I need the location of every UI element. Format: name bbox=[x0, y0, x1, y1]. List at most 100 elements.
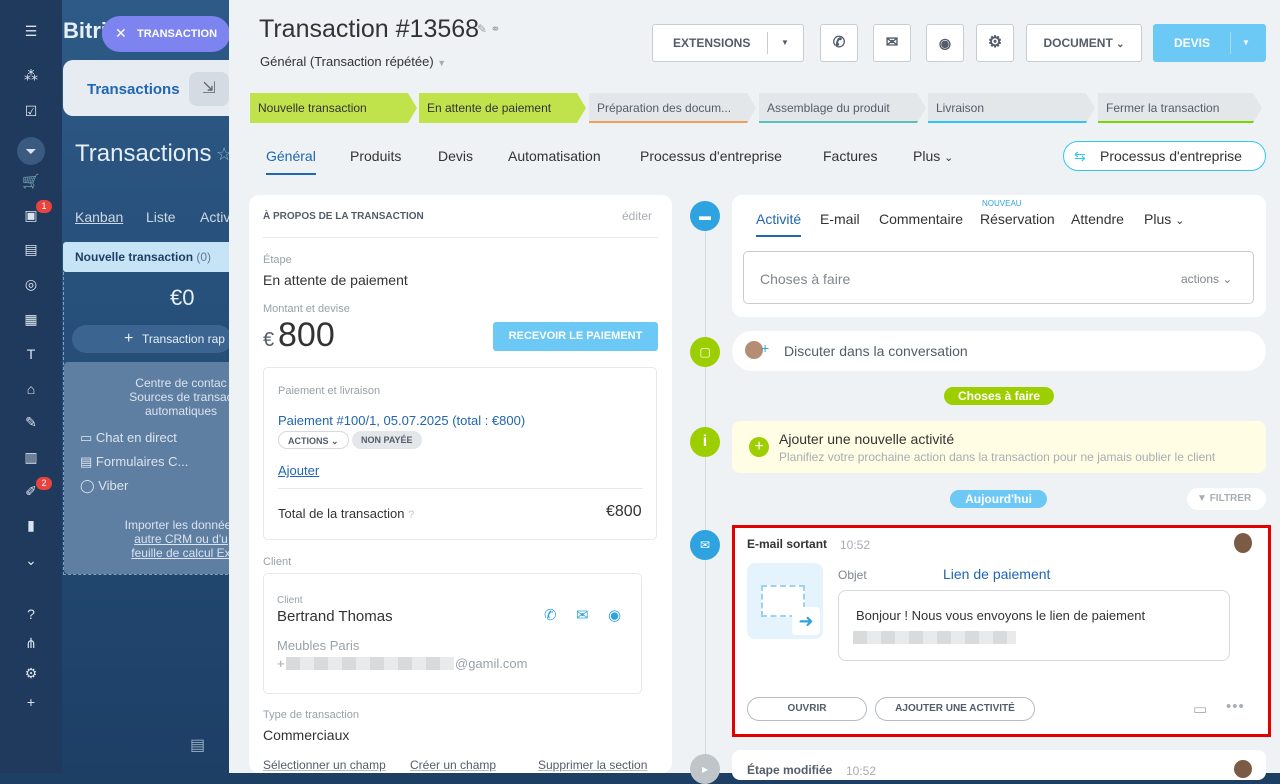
devis-button[interactable]: DEVIS ▼ bbox=[1153, 24, 1266, 62]
delete-section-link[interactable]: Supprimer la section bbox=[538, 758, 647, 772]
view-kanban[interactable]: Kanban bbox=[75, 209, 123, 225]
source-label: Viber bbox=[98, 478, 129, 493]
activity-tab-activity[interactable]: Activité bbox=[756, 211, 802, 237]
stage-assembly[interactable]: Assemblage du produit bbox=[759, 93, 926, 123]
tasks-icon[interactable]: ☑ bbox=[22, 102, 40, 120]
new-activity-title[interactable]: Ajouter une nouvelle activité bbox=[779, 431, 954, 447]
help-icon[interactable]: ? bbox=[22, 605, 40, 623]
create-field-link[interactable]: Créer un champ bbox=[410, 758, 496, 772]
text-icon[interactable]: T bbox=[22, 345, 40, 363]
email-preview[interactable] bbox=[838, 590, 1230, 661]
print-icon[interactable]: ▤ bbox=[190, 735, 205, 755]
activity-tab-more[interactable]: Plus ⌄ bbox=[1144, 211, 1184, 227]
document-button[interactable]: DOCUMENT ⌄ bbox=[1026, 24, 1142, 62]
category-selector[interactable]: Général (Transaction répétée) ▼ bbox=[260, 54, 446, 69]
chart-icon[interactable]: ▮ bbox=[22, 516, 40, 534]
select-field-link[interactable]: Sélectionner un champ bbox=[263, 758, 386, 772]
edit-link[interactable]: éditer bbox=[622, 209, 652, 223]
add-icon[interactable]: + bbox=[22, 693, 40, 711]
email-body: Bonjour ! Nous vous envoyons le lien de … bbox=[856, 608, 1146, 623]
network-icon[interactable]: ⁂ bbox=[22, 66, 40, 84]
receive-payment-button[interactable]: RECEVOIR LE PAIEMENT bbox=[493, 322, 658, 351]
phone-icon[interactable]: ✆ bbox=[820, 24, 858, 62]
client-chat-icon[interactable]: ◉ bbox=[608, 606, 621, 624]
stage-waiting-payment[interactable]: En attente de paiement bbox=[419, 93, 586, 123]
view-activity[interactable]: Activ bbox=[200, 209, 230, 225]
tab-automation[interactable]: Automatisation bbox=[508, 148, 601, 164]
menu-icon[interactable]: ☰ bbox=[22, 22, 40, 40]
subject-link[interactable]: Lien de paiement bbox=[943, 566, 1050, 582]
todo-placeholder: Choses à faire bbox=[760, 271, 851, 287]
filter-icon: ▼ bbox=[1197, 493, 1207, 504]
tab-business-process[interactable]: Processus d'entreprise bbox=[640, 148, 782, 164]
settings-icon[interactable]: ⚙ bbox=[22, 664, 40, 682]
box-icon[interactable]: ▦ bbox=[22, 310, 40, 328]
mail-icon[interactable]: ✉ bbox=[873, 24, 911, 62]
close-icon[interactable]: ✕ bbox=[115, 26, 127, 40]
crm-filter-icon[interactable]: ⏷ bbox=[17, 137, 45, 165]
cart-icon[interactable]: 🛒 bbox=[22, 172, 40, 190]
add-payment-link[interactable]: Ajouter bbox=[278, 463, 319, 478]
new-activity-card[interactable] bbox=[732, 421, 1266, 473]
activity-tab-booking[interactable]: Réservation bbox=[980, 211, 1055, 227]
download-icon[interactable]: ⇲ bbox=[189, 72, 229, 106]
extensions-button[interactable]: EXTENSIONS ▼ bbox=[652, 24, 804, 62]
bg-tab-transactions[interactable]: Transactions bbox=[87, 81, 180, 98]
structure-icon[interactable]: ⋔ bbox=[22, 634, 40, 652]
email-prefix: + bbox=[277, 656, 285, 671]
edit-title-icon[interactable]: ✎ ⚭ bbox=[477, 22, 500, 36]
help-icon[interactable]: ? bbox=[408, 509, 414, 521]
stage-new[interactable]: Nouvelle transaction bbox=[250, 93, 417, 123]
client-name[interactable]: Bertrand Thomas bbox=[277, 608, 393, 625]
gear-icon[interactable]: ⚙ bbox=[976, 24, 1014, 62]
todo-separator: Choses à faire bbox=[944, 387, 1054, 405]
source-viber[interactable]: ◯ Viber bbox=[80, 478, 128, 494]
robot-icon[interactable]: ▤ bbox=[22, 240, 40, 258]
tab-general[interactable]: Général bbox=[266, 148, 316, 175]
plus-icon[interactable]: + bbox=[749, 437, 769, 457]
note-icon[interactable]: ▭ bbox=[1193, 700, 1207, 718]
activity-tab-comment[interactable]: Commentaire bbox=[879, 211, 963, 227]
view-list[interactable]: Liste bbox=[146, 209, 176, 225]
chat-text: Discuter dans la conversation bbox=[784, 343, 968, 359]
tab-invoices[interactable]: Factures bbox=[823, 148, 877, 164]
divider bbox=[263, 237, 658, 238]
activity-tab-email[interactable]: E-mail bbox=[820, 211, 860, 227]
more-icon[interactable]: ⌄ bbox=[22, 551, 40, 569]
source-forms[interactable]: ▤ Formulaires C... bbox=[80, 454, 188, 470]
todo-actions[interactable]: actions ⌄ bbox=[1181, 272, 1232, 286]
activity-tab-wait[interactable]: Attendre bbox=[1071, 211, 1124, 227]
filter-button[interactable]: ▼ FILTRER bbox=[1187, 488, 1266, 510]
payment-link[interactable]: Paiement #100/1, 05.07.2025 (total : €80… bbox=[278, 413, 525, 428]
author-avatar[interactable] bbox=[1234, 533, 1252, 553]
add-participant-icon[interactable]: + bbox=[761, 340, 769, 356]
tab-products[interactable]: Produits bbox=[350, 148, 401, 164]
business-process-button[interactable]: ⇆ Processus d'entreprise bbox=[1063, 141, 1266, 171]
client-phone-icon[interactable]: ✆ bbox=[544, 606, 557, 624]
target-icon[interactable]: ◎ bbox=[22, 275, 40, 293]
tab-more[interactable]: Plus ⌄ bbox=[913, 148, 953, 164]
currency-symbol: € bbox=[263, 329, 275, 351]
bank-icon[interactable]: ⌂ bbox=[22, 380, 40, 398]
document-label: DOCUMENT bbox=[1043, 36, 1113, 50]
bg-page-title: Transactions bbox=[75, 140, 212, 167]
stage-docs[interactable]: Préparation des docum... bbox=[589, 93, 756, 123]
client-mail-icon[interactable]: ✉ bbox=[576, 606, 589, 624]
author-avatar-2[interactable] bbox=[1234, 760, 1252, 778]
stage-delivery[interactable]: Livraison bbox=[928, 93, 1095, 123]
stage-label: Préparation des docum... bbox=[597, 101, 732, 115]
chat-dot-icon: ▢ bbox=[690, 337, 720, 367]
calendar-icon[interactable]: ▥ bbox=[22, 448, 40, 466]
chat-icon[interactable]: ◉ bbox=[926, 24, 964, 62]
payment-actions-pill[interactable]: ACTIONS ⌄ bbox=[278, 431, 349, 449]
stage-close[interactable]: Fermer la transaction bbox=[1098, 93, 1262, 123]
tab-quotes[interactable]: Devis bbox=[438, 148, 473, 164]
client-box bbox=[263, 573, 642, 694]
add-activity-button[interactable]: AJOUTER UNE ACTIVITÉ bbox=[875, 697, 1035, 721]
sign-icon[interactable]: ✎ bbox=[22, 413, 40, 431]
open-button[interactable]: OUVRIR bbox=[747, 697, 867, 721]
more-dots-icon[interactable]: ••• bbox=[1226, 698, 1245, 715]
quick-add-button[interactable]: + Transaction rap bbox=[72, 325, 232, 353]
source-livechat[interactable]: ▭ Chat en direct bbox=[80, 430, 177, 446]
plus-icon: + bbox=[124, 330, 134, 347]
